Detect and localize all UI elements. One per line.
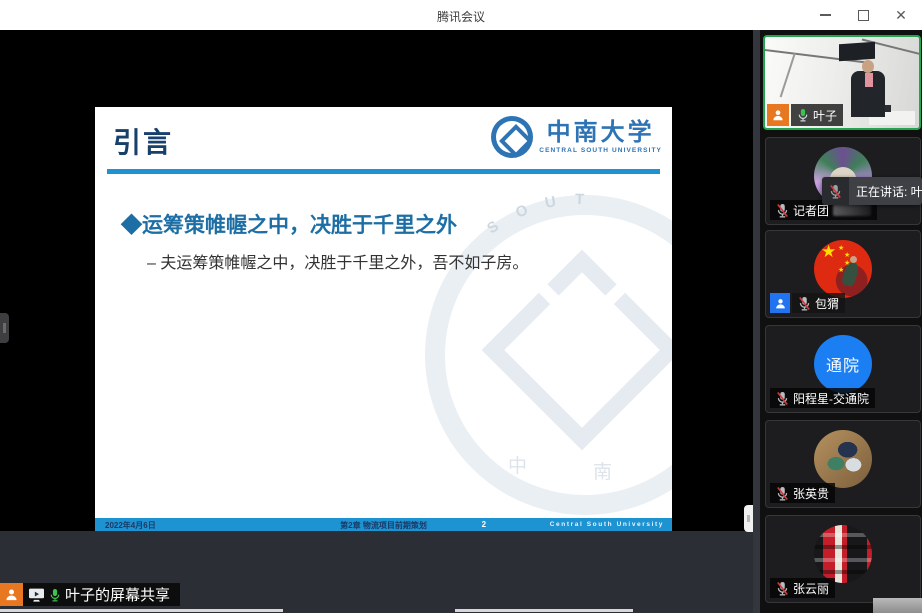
mic-muted-icon	[776, 581, 789, 596]
grip-icon	[747, 515, 750, 522]
sidebar-collapse-handle[interactable]	[744, 505, 753, 532]
person-icon	[771, 108, 785, 122]
close-button[interactable]: ✕	[890, 4, 912, 26]
slide-title: 引言	[113, 121, 173, 161]
participant-tile[interactable]: 通院 阳程星-交通院	[765, 325, 921, 413]
video-scene-detail	[865, 73, 873, 87]
slide-footer-university: Central South University	[550, 521, 664, 528]
grip-icon	[3, 323, 6, 333]
minimize-icon	[820, 14, 831, 16]
window-title: 腾讯会议	[0, 8, 922, 25]
watermark-char: 南	[593, 457, 612, 484]
screen-share-icon	[28, 587, 45, 602]
host-badge	[767, 104, 789, 126]
star-icon: ★	[821, 242, 836, 262]
watermark-char: 中	[508, 451, 527, 478]
university-seal-icon	[491, 116, 533, 158]
slide-heading: ◆运筹策帷幄之中，决胜于千里之外	[121, 209, 457, 239]
university-logo: 中南大学 CENTRAL SOUTH UNIVERSITY	[491, 116, 662, 158]
mic-muted-icon	[776, 486, 789, 501]
mic-muted-icon	[776, 391, 789, 406]
share-status-text: 叶子的屏幕共享	[65, 584, 170, 605]
speaking-indicator-tooltip: 正在讲话: 叶	[822, 177, 922, 205]
slide-page-number: 2	[482, 520, 486, 529]
watermark-letter: T	[575, 191, 585, 208]
speaking-indicator-text: 正在讲话: 叶	[849, 177, 922, 205]
window-controls: ✕	[814, 0, 912, 30]
sharer-badge	[0, 583, 23, 606]
person-icon	[774, 297, 787, 310]
background-window-fragment	[873, 598, 922, 613]
sidebar-divider	[753, 30, 760, 613]
presentation-slide: S O U T 中 南 引言 中南大学 CENTRAL SOUTH UNIVER…	[95, 107, 672, 531]
slide-body-text: – 夫运筹策帷幄之中，决胜于千里之外，吾不如子房。	[147, 249, 528, 273]
share-status-label: 叶子的屏幕共享	[23, 583, 180, 606]
participants-sidebar: 叶子 记者团 正在讲话: 叶 ★ ★ ★ ★ ★	[753, 30, 922, 613]
slide-footer-bar: 2022年4月6日 第2章 物流项目前期策划 2 Central South U…	[95, 518, 672, 531]
maximize-icon	[858, 10, 869, 21]
window-bottom-border	[455, 609, 633, 612]
maximize-button[interactable]	[852, 4, 874, 26]
slide-footer-chapter: 第2章 物流项目前期策划	[340, 520, 427, 531]
mic-muted-icon	[776, 203, 789, 218]
mic-muted-icon	[829, 184, 842, 199]
university-name-en: CENTRAL SOUTH UNIVERSITY	[539, 147, 662, 154]
participant-tile[interactable]: 张英贵	[765, 420, 921, 508]
mic-on-icon	[797, 108, 809, 122]
participant-name: 包猬	[815, 295, 839, 312]
participant-name: 张云丽	[793, 580, 829, 597]
watermark-letter: U	[544, 193, 558, 212]
left-panel-collapse-tab[interactable]	[0, 313, 9, 343]
participant-label: 叶子	[791, 104, 843, 126]
avatar: 通院	[814, 335, 872, 393]
participant-label: 包猬	[792, 293, 845, 313]
slide-footer-date: 2022年4月6日	[105, 520, 156, 531]
avatar-text: 通院	[826, 352, 860, 376]
participant-name: 张英贵	[793, 485, 829, 502]
screen-share-status: 叶子的屏幕共享	[0, 583, 180, 606]
window-bottom-border	[0, 609, 283, 612]
avatar	[814, 525, 872, 583]
member-badge	[770, 293, 790, 313]
avatar: ★ ★ ★ ★ ★	[814, 240, 872, 298]
university-name-cn: 中南大学	[547, 120, 655, 144]
participant-tile[interactable]: ★ ★ ★ ★ ★ 包猬	[765, 230, 921, 318]
video-scene-detail	[862, 60, 874, 73]
participant-name: 叶子	[813, 107, 837, 124]
participant-label: 阳程星-交通院	[770, 388, 875, 408]
close-icon: ✕	[895, 8, 907, 22]
window-titlebar: 腾讯会议 ✕	[0, 0, 922, 30]
avatar-figure	[850, 256, 857, 263]
tooltip-mic-icon-box	[822, 177, 849, 205]
participant-name: 阳程星-交通院	[793, 390, 869, 407]
mic-on-icon	[49, 588, 61, 602]
participant-label: 张云丽	[770, 578, 835, 598]
shared-screen-stage: S O U T 中 南 引言 中南大学 CENTRAL SOUTH UNIVER…	[0, 30, 753, 613]
participant-tile-video[interactable]: 叶子	[763, 35, 921, 130]
mic-muted-icon	[798, 296, 811, 311]
minimize-button[interactable]	[814, 4, 836, 26]
obscured-text	[833, 204, 871, 216]
video-scene-detail	[839, 42, 875, 62]
person-icon	[4, 587, 19, 602]
avatar	[814, 430, 872, 488]
slide-divider-rule	[107, 169, 660, 174]
participant-label: 张英贵	[770, 483, 835, 503]
participant-tile[interactable]: 张云丽	[765, 515, 921, 603]
